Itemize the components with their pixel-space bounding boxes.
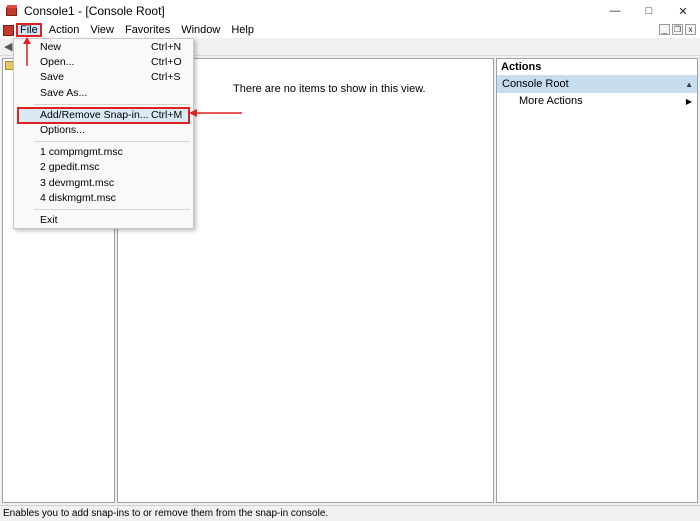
file-menu-exit[interactable]: Exit: [14, 213, 193, 228]
file-menu-options[interactable]: Options...: [14, 123, 193, 138]
child-window-controls: _ ❐ x: [659, 24, 696, 35]
file-menu-recent-1[interactable]: 1 compmgmt.msc: [14, 145, 193, 160]
window-title: Console1 - [Console Root]: [24, 4, 165, 18]
file-menu-add-remove-snap-in[interactable]: Add/Remove Snap-in... Ctrl+M: [17, 107, 190, 124]
actions-header: Actions: [497, 59, 697, 76]
minimize-button[interactable]: —: [598, 0, 632, 22]
menu-favorites[interactable]: Favorites: [121, 23, 174, 37]
file-menu-new[interactable]: New Ctrl+N: [14, 40, 193, 55]
more-actions-item[interactable]: More Actions ▶: [497, 93, 697, 110]
menu-separator: [34, 141, 190, 142]
chevron-right-icon: ▶: [685, 97, 692, 106]
child-restore-button[interactable]: ❐: [672, 24, 683, 35]
mmc-app-icon: [6, 5, 18, 17]
file-menu-save[interactable]: Save Ctrl+S: [14, 70, 193, 85]
menu-view[interactable]: View: [86, 23, 118, 37]
menu-file[interactable]: File: [16, 23, 42, 37]
file-menu-recent-3[interactable]: 3 devmgmt.msc: [14, 176, 193, 191]
file-menu-open[interactable]: Open... Ctrl+O: [14, 55, 193, 70]
file-menu-save-as[interactable]: Save As...: [14, 86, 193, 101]
menu-action[interactable]: Action: [45, 23, 84, 37]
actions-pane: Actions Console Root ▲ More Actions ▶: [496, 58, 698, 503]
child-close-button[interactable]: x: [685, 24, 696, 35]
system-menu-icon[interactable]: [3, 24, 14, 36]
menu-window[interactable]: Window: [177, 23, 224, 37]
menu-separator: [34, 104, 190, 105]
file-menu-recent-4[interactable]: 4 diskmgmt.msc: [14, 191, 193, 206]
maximize-button[interactable]: □: [632, 0, 666, 22]
empty-view-message: There are no items to show in this view.: [233, 83, 426, 95]
actions-section-console-root[interactable]: Console Root ▲: [497, 76, 697, 93]
file-menu-dropdown: New Ctrl+N Open... Ctrl+O Save Ctrl+S Sa…: [13, 38, 194, 229]
actions-section-label: Console Root: [502, 78, 569, 90]
menu-bar: File Action View Favorites Window Help _…: [0, 22, 700, 38]
close-button[interactable]: ✕: [666, 0, 700, 22]
child-minimize-button[interactable]: _: [659, 24, 670, 35]
menu-separator: [34, 209, 190, 210]
window-controls: — □ ✕: [598, 0, 700, 22]
status-bar: Enables you to add snap-ins to or remove…: [0, 505, 700, 521]
more-actions-label: More Actions: [519, 95, 583, 107]
title-bar: Console1 - [Console Root] — □ ✕: [0, 0, 700, 22]
file-menu-recent-2[interactable]: 2 gpedit.msc: [14, 160, 193, 175]
collapse-icon[interactable]: ▲: [685, 76, 693, 93]
menu-help[interactable]: Help: [227, 23, 258, 37]
